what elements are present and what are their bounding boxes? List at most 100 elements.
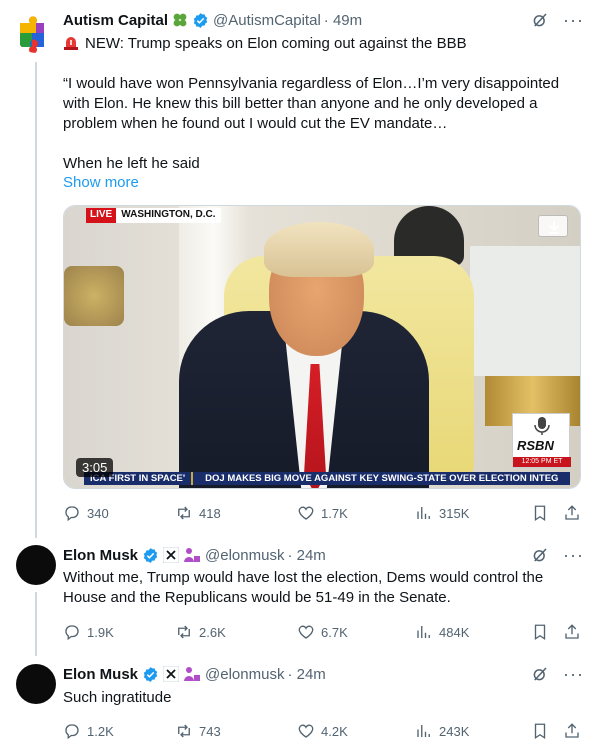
post-actions: 340 418 1.7K 315K [63,503,583,523]
bookmark-button[interactable] [531,503,549,523]
grok-icon[interactable] [531,11,549,29]
views-chart-icon [417,725,430,737]
bookmark-button[interactable] [531,622,549,642]
author-handle[interactable]: @elonmusk [205,666,284,683]
verified-badge-icon[interactable] [192,12,209,29]
author-name[interactable]: Elon Musk [63,547,138,564]
reply-count: 340 [87,505,109,521]
views-button[interactable]: 484K [415,622,469,642]
repost-button[interactable]: 418 [175,503,221,523]
reply2-header: Elon Musk @elonmusk · 24m ··· [63,663,584,685]
live-badge: LIVE WASHINGTON, D.C. [86,208,221,223]
rsbn-time: 12:05 PM ET [513,457,571,467]
heart-icon [298,625,314,639]
author-handle[interactable]: @AutismCapital [213,12,321,29]
like-button[interactable]: 1.7K [297,503,348,523]
post-line3: When he left he said [63,155,200,172]
reply-button[interactable]: 340 [63,503,109,523]
reply-icon [65,724,79,740]
views-chart-icon [417,626,430,638]
post-time[interactable]: · 49m [324,12,362,29]
rsbn-logo: RSBN 12:05 PM ET [512,413,571,468]
reply-post-2[interactable]: Elon Musk @elonmusk · 24m ··· Such ingra… [0,656,600,753]
more-options-icon[interactable]: ··· [563,665,584,683]
siren-emoji-icon [63,35,79,51]
views-count: 243K [439,723,470,739]
government-affiliate-icon[interactable] [183,547,201,563]
reply-post-1[interactable]: Elon Musk @elonmusk · 24m ··· Without me… [0,540,600,656]
reply-button[interactable]: 1.2K [63,721,114,741]
clover-emoji-icon [172,12,188,28]
repost-icon [178,625,190,639]
verified-badge-icon[interactable] [142,666,159,683]
repost-icon [178,506,190,520]
repost-button[interactable]: 2.6K [175,622,226,642]
x-logo-icon[interactable] [163,547,180,563]
bookmark-button[interactable] [531,721,549,741]
repost-count: 743 [199,723,221,739]
reply-count: 1.2K [87,723,114,739]
reply-icon [65,625,79,641]
microphone-icon [534,417,550,435]
views-count: 315K [439,505,470,521]
x-logo-icon[interactable] [163,666,180,682]
main-post[interactable]: Autism Capital @AutismCapital · 49m ··· … [0,0,600,540]
more-options-icon[interactable]: ··· [563,546,584,564]
thread-line [35,592,37,656]
show-more-link[interactable]: Show more [63,174,139,191]
autism-capital-avatar[interactable] [16,13,56,53]
grok-icon[interactable] [531,546,549,564]
puzzle-logo-icon [20,16,44,53]
like-count: 6.7K [321,624,348,640]
reply1-text: Without me, Trump would have lost the el… [63,569,544,606]
grok-icon[interactable] [531,665,549,683]
post-header: Autism Capital @AutismCapital · 49m ··· [63,9,584,31]
views-button[interactable]: 243K [415,721,469,741]
heart-icon [298,724,314,738]
reply2-actions: 1.2K 743 4.2K 243K [63,721,583,741]
views-count: 484K [439,624,470,640]
location-label: WASHINGTON, D.C. [116,208,221,223]
download-icon[interactable] [538,215,568,237]
reply-button[interactable]: 1.9K [63,622,114,642]
ticker-right: DOJ MAKES BIG MOVE AGAINST KEY SWING-STA… [205,473,559,484]
elon-musk-avatar[interactable] [16,664,56,704]
video-frame [64,206,580,488]
author-name[interactable]: Autism Capital [63,12,168,29]
bookmark-icon [534,505,546,522]
like-count: 1.7K [321,505,348,521]
repost-button[interactable]: 743 [175,721,221,741]
share-icon [565,624,579,639]
views-chart-icon [417,507,430,519]
post-headline: NEW: Trump speaks on Elon coming out aga… [85,35,467,52]
share-icon [565,723,579,738]
news-ticker: ICA FIRST IN SPACE' DOJ MAKES BIG MOVE A… [84,472,570,485]
share-button[interactable] [563,503,581,523]
thread-line [35,62,37,538]
like-button[interactable]: 6.7K [297,622,348,642]
government-affiliate-icon[interactable] [183,666,201,682]
reply-icon [65,506,79,522]
share-button[interactable] [563,721,581,741]
reply2-text: Such ingratitude [63,689,172,706]
bookmark-icon [534,723,546,740]
author-handle[interactable]: @elonmusk [205,547,284,564]
post-quote: “I would have won Pennsylvania regardles… [63,75,560,132]
post-time[interactable]: · 24m [287,547,325,564]
reply-count: 1.9K [87,624,114,640]
verified-badge-icon[interactable] [142,547,159,564]
reply1-actions: 1.9K 2.6K 6.7K 484K [63,622,583,642]
live-label: LIVE [86,208,117,223]
views-button[interactable]: 315K [415,503,469,523]
post-time[interactable]: · 24m [287,666,325,683]
video-player[interactable]: LIVE WASHINGTON, D.C. RSBN 12:05 PM ET I… [63,205,581,489]
author-name[interactable]: Elon Musk [63,666,138,683]
like-button[interactable]: 4.2K [297,721,348,741]
post-line1: NEW: Trump speaks on Elon coming out aga… [63,34,584,54]
share-button[interactable] [563,622,581,642]
more-options-icon[interactable]: ··· [563,11,584,29]
repost-count: 418 [199,505,221,521]
repost-count: 2.6K [199,624,226,640]
repost-icon [178,724,190,738]
elon-musk-avatar[interactable] [16,545,56,585]
